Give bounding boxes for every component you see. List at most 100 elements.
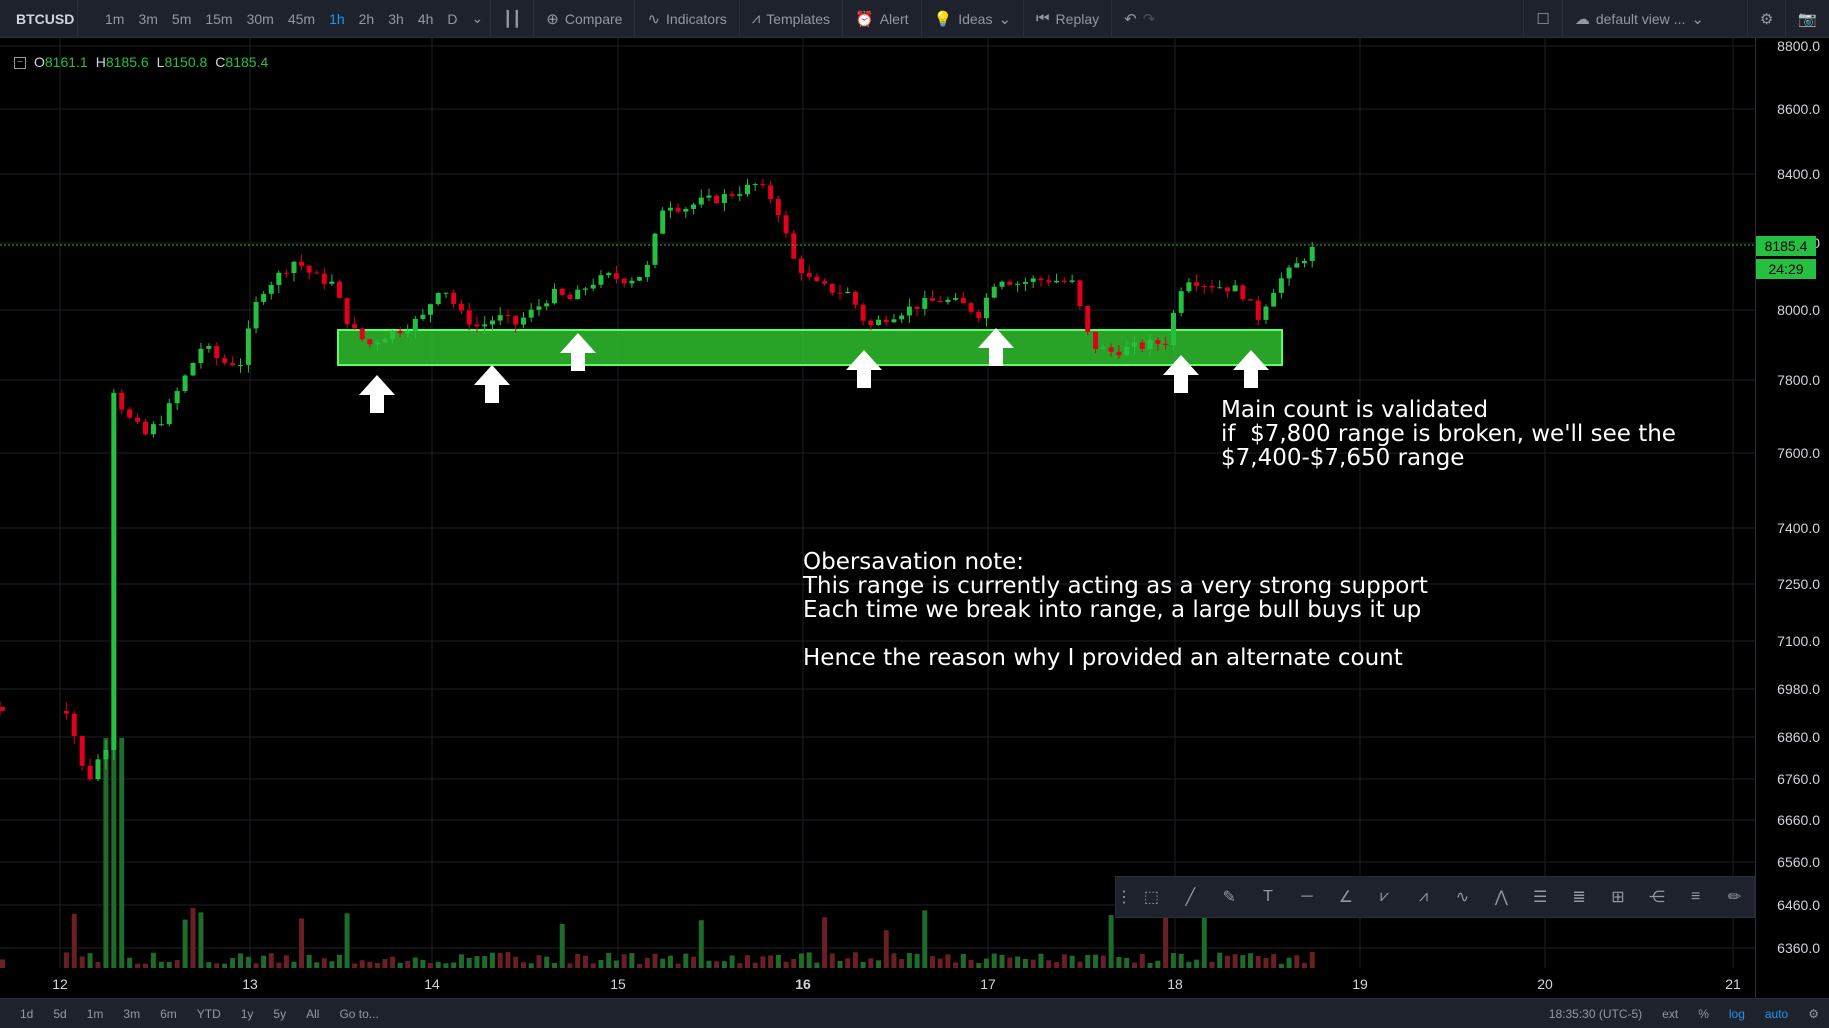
volume-bar [1007,957,1013,968]
volume-bar [991,953,997,968]
goto-button[interactable]: Go to... [329,1007,388,1021]
fullscreen-button[interactable]: ☐ [1523,0,1563,38]
auto-toggle[interactable]: auto [1755,1007,1798,1021]
candle-body [1286,267,1292,279]
last-price-tag: 8185.4 [1756,236,1816,256]
range-5y[interactable]: 5y [263,1007,296,1021]
replay-button[interactable]: ⏮ Replay [1024,0,1113,38]
time-tick-label: 20 [1537,976,1553,992]
candle-body [238,364,243,366]
chart-style-button[interactable]: ┃┃ [491,0,535,38]
volume-bar [79,956,85,968]
interval-30m[interactable]: 30m [240,11,281,27]
candle-body [852,291,858,305]
price-chart[interactable] [0,38,1829,998]
volume-bar [1116,956,1122,968]
fib-fan-icon[interactable]: ⋲ [1637,877,1676,917]
redo-icon[interactable]: ↷ [1143,10,1156,28]
undo-icon[interactable]: ↶ [1124,10,1137,28]
brush-tool-icon[interactable]: ✎ [1210,877,1249,917]
trendline-tool-icon[interactable]: ╱ [1171,877,1210,917]
volume-bar [1046,960,1052,968]
fib-extension-icon[interactable]: ≣ [1560,877,1599,917]
range-1m[interactable]: 1m [77,1007,114,1021]
camera-button[interactable]: 📷 [1786,0,1829,38]
price-tick-label: 8400.0 [1777,166,1820,182]
volume-bar [329,961,335,968]
symbol-search[interactable]: BTCUSD [0,0,78,38]
interval-1m[interactable]: 1m [98,11,131,27]
volume-bar [644,957,650,968]
layout-button[interactable]: ☁ default view ... ⌄ [1563,0,1748,38]
candle-body [427,304,433,315]
price-tick-label: 6560.0 [1777,854,1820,870]
gann-box-icon[interactable]: ⊞ [1599,877,1638,917]
interval-dropdown-icon[interactable]: ⌄ [465,10,491,27]
undo-redo-group: ↶ ↷ [1112,0,1167,38]
range-3m[interactable]: 3m [113,1007,150,1021]
range-all[interactable]: All [296,1007,329,1021]
interval-5m[interactable]: 5m [165,11,198,27]
interval-D[interactable]: D [440,11,464,27]
volume-bar [706,960,712,968]
collapse-icon[interactable]: − [14,57,26,69]
interval-4h[interactable]: 4h [411,11,441,27]
up-arrow-icon [359,375,395,413]
candle-body [691,204,697,209]
clock-display: 18:35:30 (UTC-5) [1548,1006,1643,1021]
fib-retracement-icon[interactable]: ☰ [1521,877,1560,917]
candle-body [621,278,627,284]
interval-15m[interactable]: 15m [198,11,239,27]
alert-button[interactable]: ⏰ Alert [843,0,922,38]
drag-handle-icon[interactable]: ⋮ [1116,877,1132,917]
candle-body [222,358,228,364]
candle-body [1178,291,1184,313]
time-tick-label: 13 [242,976,258,992]
range-ytd[interactable]: YTD [187,1007,231,1021]
angle-tool-icon[interactable]: ∠ [1326,877,1365,917]
volume-bar [505,952,511,968]
price-axis[interactable]: 8800.08600.08400.08200.08000.07800.07600… [1755,38,1829,998]
candle-body [922,298,928,309]
text-tool-icon[interactable]: T [1249,877,1288,917]
wave-tool-icon[interactable]: ⩗ [1365,877,1404,917]
ext-toggle[interactable]: ext [1652,1007,1688,1021]
horizontal-line-icon[interactable]: ─ [1288,877,1327,917]
gear-icon[interactable]: ⚙ [1798,1007,1829,1021]
interval-45m[interactable]: 45m [281,11,322,27]
interval-3m[interactable]: 3m [131,11,164,27]
candle-body [1240,285,1246,300]
price-tick-label: 6980.0 [1777,681,1820,697]
percent-toggle[interactable]: % [1688,1007,1719,1021]
templates-button[interactable]: ⩘ Templates [740,0,844,38]
volume-bar [474,956,480,968]
candle-body [968,303,974,312]
interval-2h[interactable]: 2h [352,11,382,27]
pencil-icon[interactable]: ✏ [1715,877,1754,917]
abcde-tool-icon[interactable]: ⩘ [1404,877,1443,917]
indicators-button[interactable]: ∿ Indicators [635,0,740,38]
abc-correction-icon[interactable]: ⋀ [1482,877,1521,917]
settings-button[interactable]: ⚙ [1748,0,1787,38]
interval-1h[interactable]: 1h [322,11,352,27]
ideas-button[interactable]: 💡 Ideas ⌄ [922,0,1025,38]
compare-button[interactable]: ⊕ Compare [534,0,636,38]
elliott-wave-icon[interactable]: ∿ [1443,877,1482,917]
volume-bar [721,961,727,968]
time-axis[interactable]: 12 13 14 15 16 17 18 19 20 21 [0,968,1755,998]
range-1y[interactable]: 1y [231,1007,264,1021]
volume-bar [466,957,472,968]
gear-icon: ⚙ [1759,11,1774,28]
parallel-channel-icon[interactable]: ≡ [1676,877,1715,917]
range-6m[interactable]: 6m [150,1007,187,1021]
range-1d[interactable]: 1d [10,1007,43,1021]
range-5d[interactable]: 5d [43,1007,76,1021]
candle-body [983,297,989,319]
candle-body [729,194,735,196]
log-toggle[interactable]: log [1719,1007,1755,1021]
volume-bar [845,958,851,968]
candle-body [451,292,457,304]
interval-3h[interactable]: 3h [381,11,411,27]
rectangle-tool-icon[interactable]: ⬚ [1132,877,1171,917]
close-label: C [215,54,226,70]
